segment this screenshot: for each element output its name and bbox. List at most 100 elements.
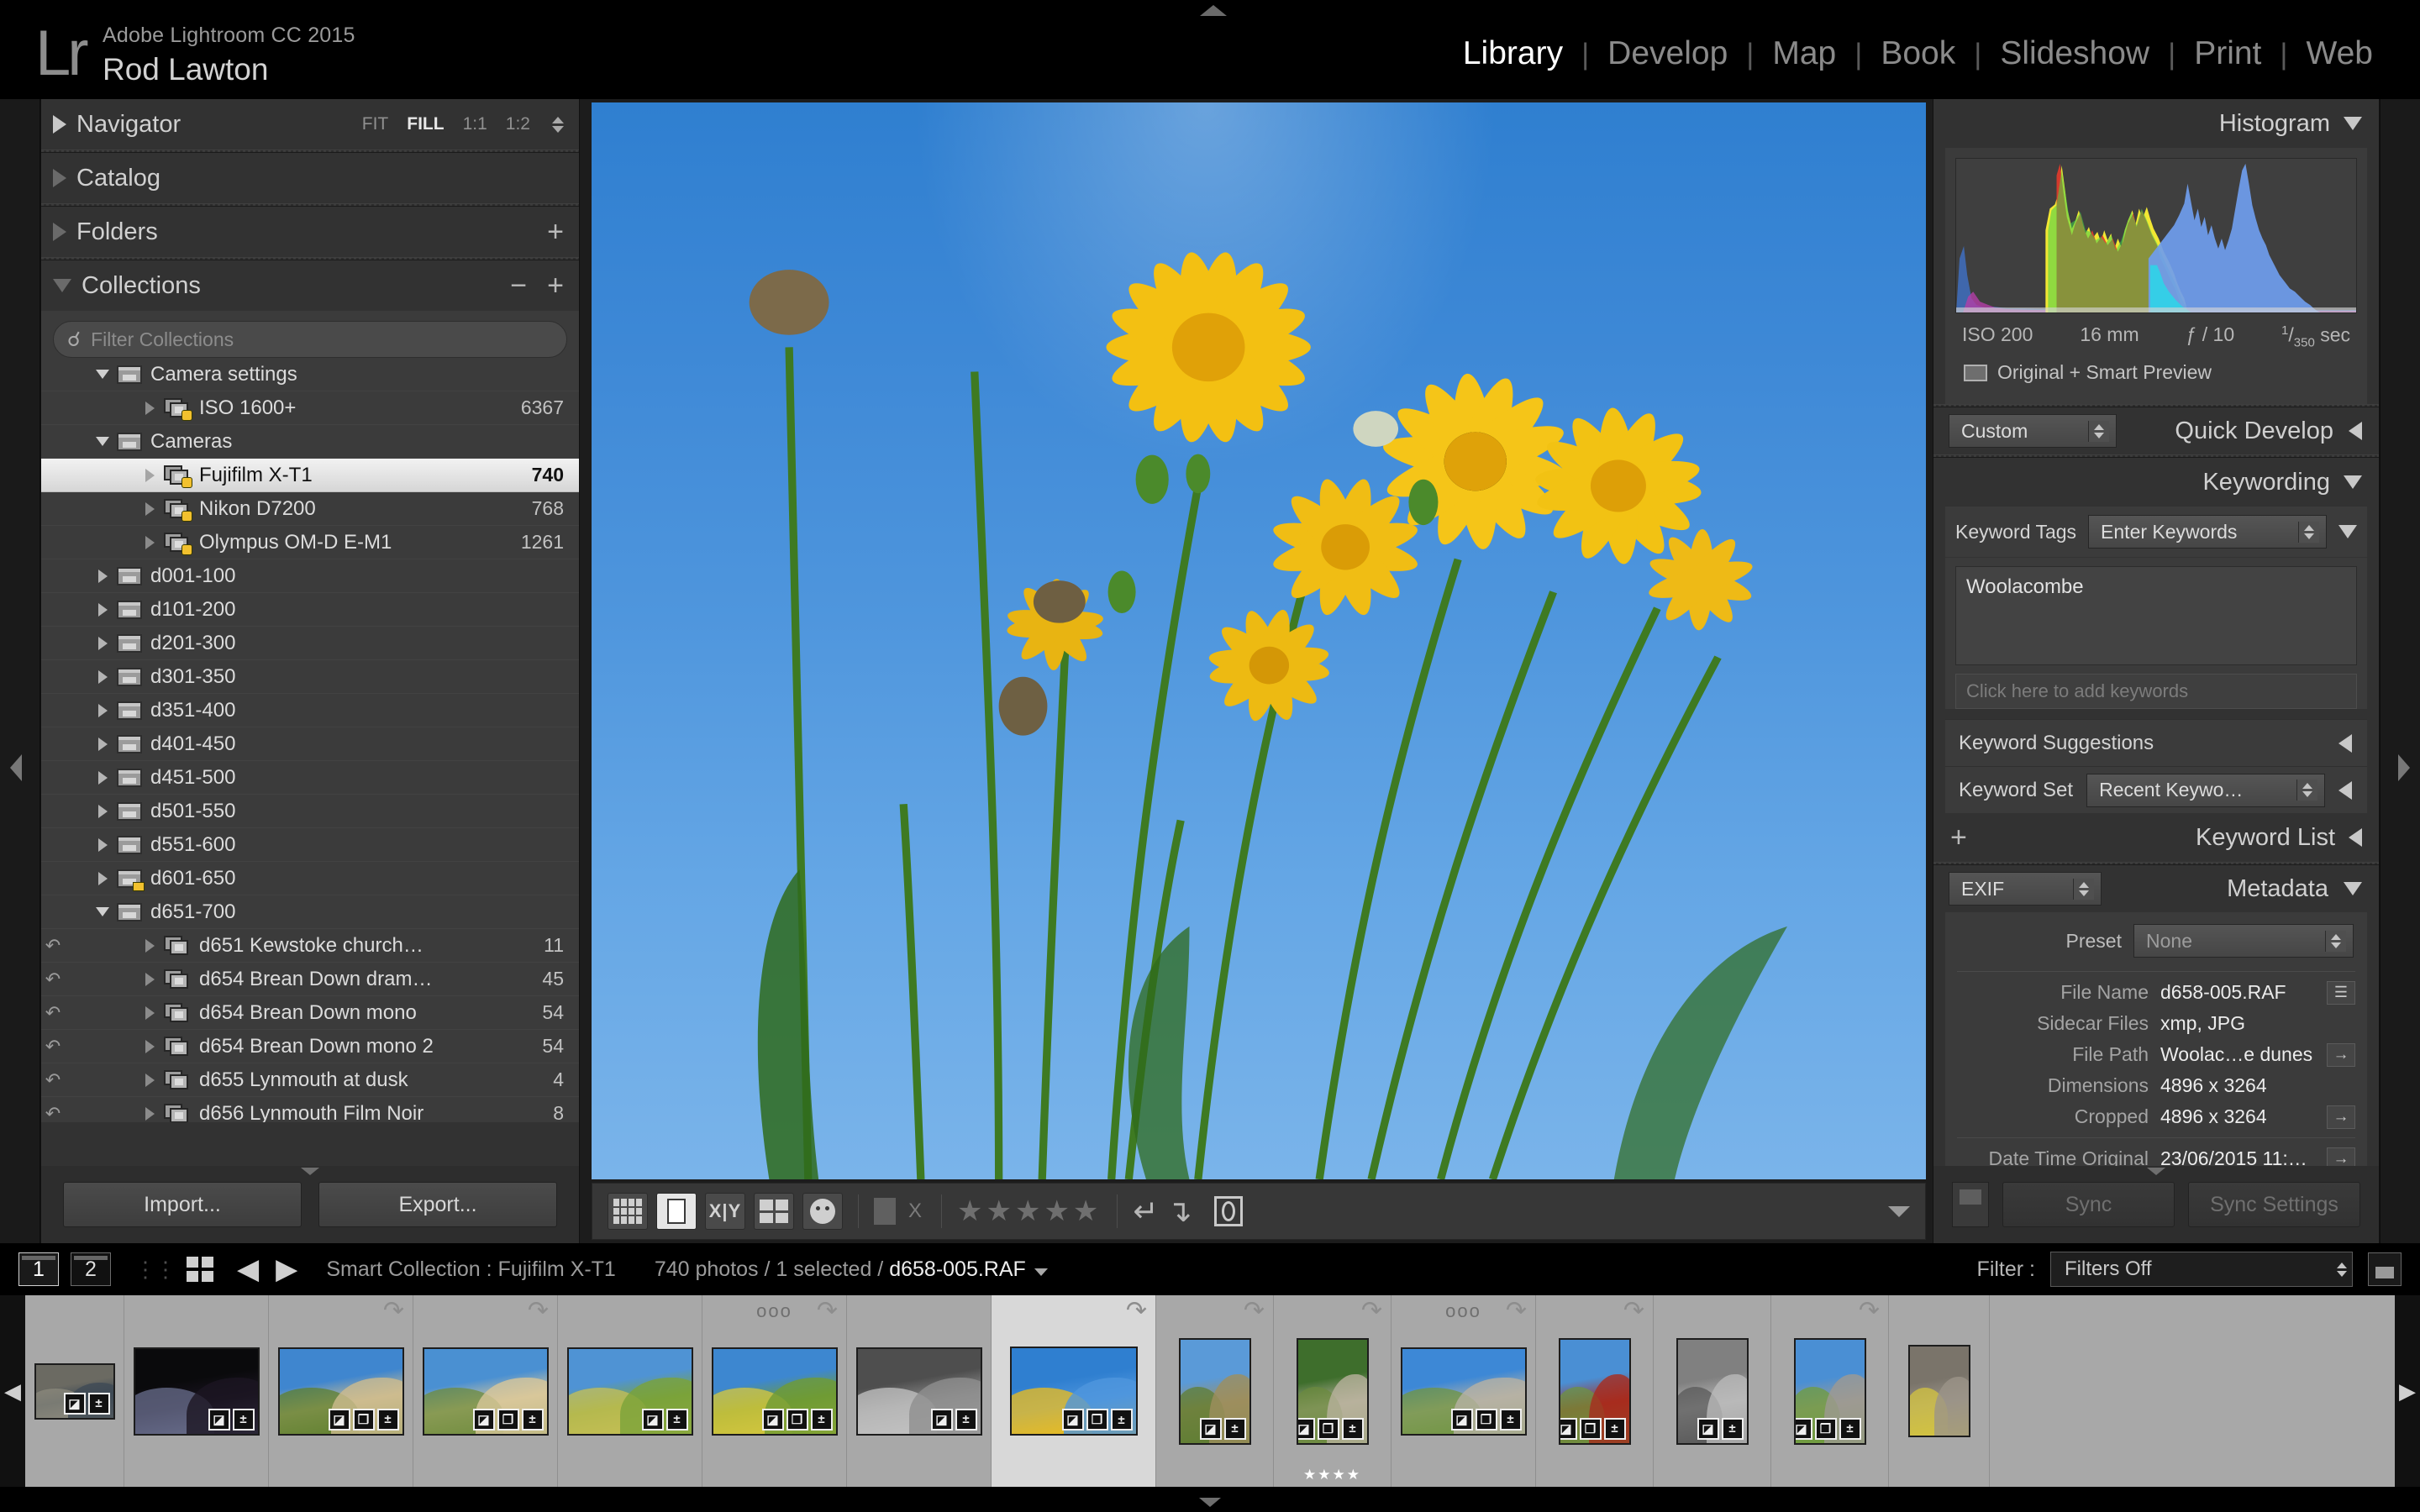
histogram-panel-header[interactable]: Histogram xyxy=(1933,99,2379,148)
thumb-badge-copy-icon[interactable]: ❐ xyxy=(1814,1417,1837,1440)
loupe-image-viewer[interactable] xyxy=(592,102,1926,1179)
thumb-badge-adjust-icon[interactable]: ± xyxy=(1499,1408,1522,1431)
disclosure-triangle-icon[interactable] xyxy=(53,169,66,187)
keyword-tags-mode-select[interactable]: Enter Keywords xyxy=(2088,515,2327,549)
screen-2-button[interactable]: 2 xyxy=(71,1252,111,1286)
disclosure-triangle-icon[interactable] xyxy=(2344,475,2362,490)
tree-row[interactable]: ↶ d651 Kewstoke church… 11 xyxy=(41,929,579,963)
thumb-badge-copy-icon[interactable]: ❐ xyxy=(1086,1409,1108,1431)
stepper-icon[interactable] xyxy=(2296,780,2317,801)
panel-resize-handle[interactable] xyxy=(301,1168,319,1175)
disclosure-triangle-icon[interactable] xyxy=(53,279,71,292)
filmstrip-thumbnail[interactable]: ↷ ◪ ❐ ± xyxy=(1771,1295,1889,1487)
import-button[interactable]: Import... xyxy=(63,1182,302,1227)
keyword-set-row[interactable]: Keyword Set Recent Keywo… xyxy=(1945,766,2367,814)
disclosure-triangle-icon[interactable] xyxy=(2344,882,2362,896)
tree-row[interactable]: d201-300 xyxy=(41,627,579,660)
disclosure-triangle-icon[interactable] xyxy=(145,972,155,986)
thumb-badge-adjust-icon[interactable]: ± xyxy=(1223,1417,1246,1440)
module-print[interactable]: Print xyxy=(2175,34,2280,74)
remove-collection-icon[interactable]: − xyxy=(510,271,527,300)
disclosure-triangle-icon[interactable] xyxy=(145,1039,155,1053)
collections-panel-header[interactable]: Collections − + xyxy=(41,260,579,311)
tree-row[interactable]: Camera settings xyxy=(41,358,579,391)
catalog-panel-header[interactable]: Catalog xyxy=(41,153,579,203)
filmstrip-thumbnail[interactable]: ↷ ◪ ❐ ± ★★★★ xyxy=(1274,1295,1392,1487)
tree-row[interactable]: ISO 1600+ 6367 xyxy=(41,391,579,425)
filter-lock-button[interactable] xyxy=(2368,1252,2402,1286)
tree-row[interactable]: ↶ d655 Lynmouth at dusk 4 xyxy=(41,1063,579,1097)
thumb-badge-copy-icon[interactable]: ❐ xyxy=(497,1408,519,1431)
tree-row[interactable]: Cameras xyxy=(41,425,579,459)
filmstrip-scroll-left[interactable]: ◀ xyxy=(0,1295,25,1487)
previous-photo-arrow-icon[interactable]: ◀ xyxy=(237,1255,259,1284)
thumb-badge-adjust-icon[interactable]: ± xyxy=(87,1392,110,1415)
disclosure-triangle-icon[interactable] xyxy=(97,602,108,617)
tree-row[interactable]: d351-400 xyxy=(41,694,579,727)
disclosure-triangle-icon[interactable] xyxy=(53,223,66,241)
go-to-folder-button[interactable] xyxy=(2327,1105,2355,1129)
keywords-textarea[interactable]: Woolacombe xyxy=(1955,566,2357,666)
disclosure-triangle-icon[interactable] xyxy=(97,703,108,717)
thumb-rating-stars[interactable]: ★★★★ xyxy=(1303,1467,1361,1483)
tree-row[interactable]: ↶ d656 Lynmouth Film Noir 8 xyxy=(41,1097,579,1122)
thumb-flag-icon[interactable]: ↷ xyxy=(383,1299,404,1324)
thumb-badge-adjust-icon[interactable]: ± xyxy=(955,1408,977,1431)
thumb-badge-adjust-icon[interactable]: ± xyxy=(1839,1417,1861,1440)
screen-1-button[interactable]: 1 xyxy=(18,1252,59,1286)
thumb-flag-icon[interactable]: ↷ xyxy=(1126,1299,1147,1324)
quick-develop-preset-select[interactable]: Custom xyxy=(1949,414,2117,449)
disclosure-triangle-icon[interactable] xyxy=(97,837,108,852)
export-button[interactable]: Export... xyxy=(318,1182,557,1227)
filmstrip-resize-handle[interactable] xyxy=(1199,1498,1221,1507)
tree-row[interactable]: Fujifilm X-T1 740 xyxy=(41,459,579,492)
tree-row[interactable]: ↶ d654 Brean Down mono 2 54 xyxy=(41,1030,579,1063)
thumb-badge-adjust-icon[interactable]: ± xyxy=(666,1408,688,1431)
keyword-suggestions-header[interactable]: Keyword Suggestions xyxy=(1945,719,2367,767)
disclosure-triangle-icon[interactable] xyxy=(145,1073,155,1087)
module-library[interactable]: Library xyxy=(1444,34,1581,74)
thumb-badge-crop-icon[interactable]: ◪ xyxy=(328,1408,350,1431)
star-rating-control[interactable]: ★★★★★ xyxy=(957,1194,1102,1228)
module-map[interactable]: Map xyxy=(1754,34,1854,74)
tree-row[interactable]: Olympus OM-D E-M1 1261 xyxy=(41,526,579,559)
filmstrip-thumbnail[interactable]: ↷ ◪ ❐ ± xyxy=(269,1295,413,1487)
thumb-flag-icon[interactable]: ↷ xyxy=(1244,1299,1265,1324)
tree-row[interactable]: d451-500 xyxy=(41,761,579,795)
thumb-badge-crop-icon[interactable]: ◪ xyxy=(472,1408,495,1431)
disclosure-triangle-icon[interactable] xyxy=(96,437,109,446)
filter-select[interactable]: Filters Off xyxy=(2050,1252,2353,1287)
zoom-stepper-icon[interactable] xyxy=(552,116,564,133)
tree-row[interactable]: d301-350 xyxy=(41,660,579,694)
filmstrip-thumbnail[interactable]: ↷ ◪ ❐ ± xyxy=(1536,1295,1654,1487)
module-web[interactable]: Web xyxy=(2288,34,2392,74)
thumb-badge-adjust-icon[interactable]: ± xyxy=(1341,1417,1364,1440)
filter-collections-input[interactable]: ☌ Filter Collections xyxy=(53,321,567,358)
disclosure-triangle-icon[interactable] xyxy=(97,636,108,650)
zoom-level-fit[interactable]: FIT xyxy=(362,114,389,134)
disclosure-triangle-icon[interactable] xyxy=(97,569,108,583)
folders-panel-header[interactable]: Folders + xyxy=(41,207,579,257)
survey-view-button[interactable] xyxy=(754,1193,794,1230)
thumb-flag-icon[interactable]: ↷ xyxy=(528,1299,549,1324)
thumb-badge-adjust-icon[interactable]: ± xyxy=(1110,1409,1133,1431)
thumb-flag-icon[interactable]: ↷ xyxy=(1859,1299,1880,1324)
tree-row[interactable]: d551-600 xyxy=(41,828,579,862)
tree-row[interactable]: d501-550 xyxy=(41,795,579,828)
thumb-badge-copy-icon[interactable]: ❐ xyxy=(1475,1408,1497,1431)
crop-overlay-icon[interactable] xyxy=(1213,1196,1243,1226)
tree-row[interactable]: d601-650 xyxy=(41,862,579,895)
metadata-value[interactable]: d658-005.RAF xyxy=(2160,981,2315,1004)
zoom-level-1-1[interactable]: 1:1 xyxy=(463,114,487,134)
zoom-level-fill[interactable]: FILL xyxy=(407,114,444,134)
thumb-badge-crop-icon[interactable]: ◪ xyxy=(1061,1409,1084,1431)
module-book[interactable]: Book xyxy=(1862,34,1974,74)
thumb-flag-icon[interactable]: ↷ xyxy=(1506,1299,1527,1324)
rotate-right-icon[interactable]: ↴ xyxy=(1167,1196,1192,1226)
keyword-list-panel-header[interactable]: + Keyword List xyxy=(1933,813,2379,862)
thumb-badge-crop-icon[interactable]: ◪ xyxy=(1697,1417,1719,1440)
keywording-panel-header[interactable]: Keywording xyxy=(1933,458,2379,507)
compare-view-button[interactable]: X|Y xyxy=(705,1193,745,1230)
chevron-left-icon[interactable] xyxy=(10,754,22,781)
disclosure-triangle-icon[interactable] xyxy=(2338,780,2352,800)
